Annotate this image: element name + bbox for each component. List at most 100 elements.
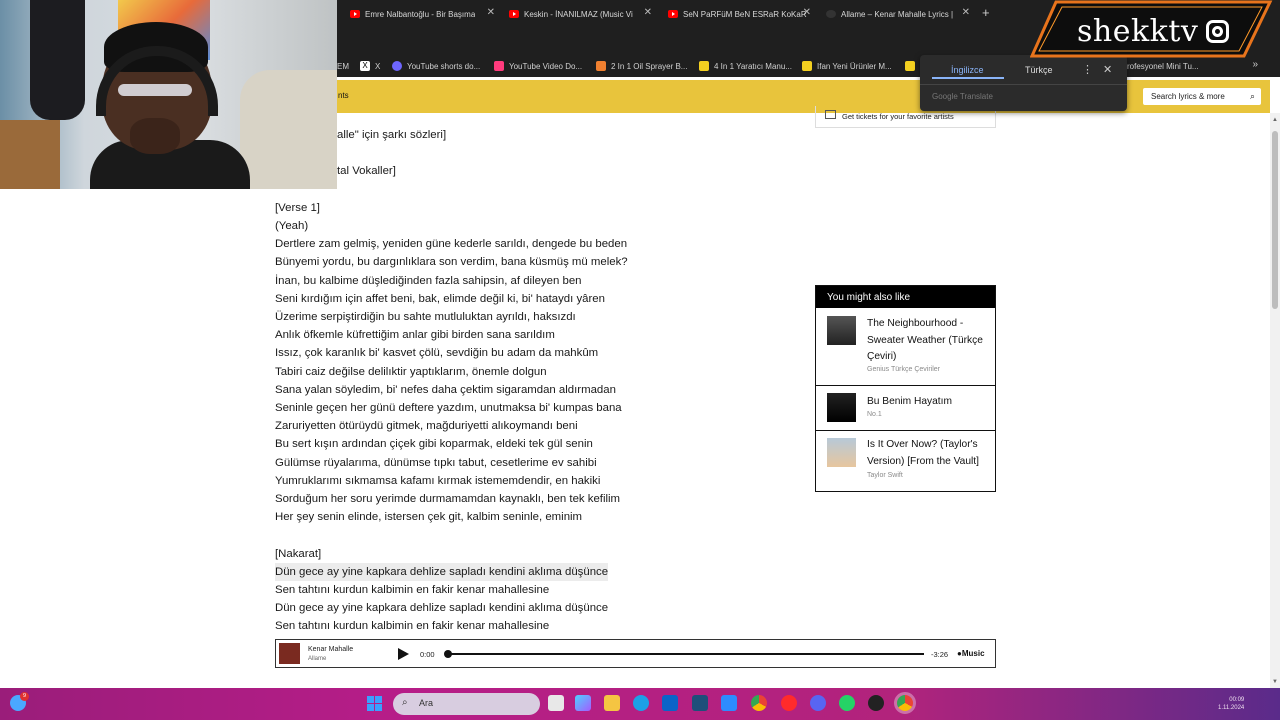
bookmark-favicon-icon bbox=[802, 61, 812, 71]
lyric-line[interactable]: Her şey senin elinde, istersen çek git, … bbox=[275, 508, 775, 526]
bookmark[interactable] bbox=[905, 59, 920, 73]
bookmark-favicon-icon bbox=[905, 61, 915, 71]
bookmark[interactable]: XX bbox=[360, 59, 380, 73]
lyric-line[interactable]: [Nakarat] bbox=[275, 545, 775, 563]
browser-tab[interactable]: SeN PaRFüM BeN ESRaR KoKaR ✕ bbox=[668, 4, 811, 24]
discord-icon[interactable] bbox=[810, 695, 826, 711]
start-button[interactable] bbox=[367, 696, 382, 711]
scrollbar-thumb[interactable] bbox=[1272, 131, 1278, 309]
lyric-line[interactable]: Sen tahtını kurdun kalbimin en fakir ken… bbox=[275, 581, 775, 599]
close-tab-icon[interactable]: ✕ bbox=[644, 7, 652, 18]
lyric-line[interactable]: Sana yalan söyledim, bi' nefes daha çekt… bbox=[275, 381, 775, 399]
youtube-icon bbox=[668, 10, 678, 18]
close-tab-icon[interactable]: ✕ bbox=[803, 7, 811, 18]
source-language-tab[interactable]: İngilizce bbox=[951, 65, 984, 75]
lyric-header: tal Vokaller] bbox=[337, 165, 396, 178]
scroll-up-icon[interactable]: ▲ bbox=[1272, 117, 1278, 123]
webcam-overlay bbox=[0, 0, 337, 189]
album-thumbnail bbox=[827, 316, 856, 345]
apple-music-logo[interactable]: ●Music bbox=[957, 649, 985, 658]
instagram-icon bbox=[1206, 20, 1229, 43]
x-icon: X bbox=[360, 61, 370, 71]
bookmark[interactable]: YouTube shorts do... bbox=[392, 59, 480, 73]
lyric-line[interactable]: Dün gece ay yine kapkara dehlize sapladı… bbox=[275, 599, 775, 617]
lyric-header: alle" için şarkı sözleri] bbox=[337, 129, 447, 141]
lyric-line[interactable]: Üzerime serpiştirdiğin bu sahte mutluluk… bbox=[275, 308, 775, 326]
chrome-active-icon[interactable] bbox=[894, 692, 916, 714]
notification-badge: 9 bbox=[20, 692, 29, 701]
lyric-line[interactable]: Tabiri caiz değilse delilıktir yaptıklar… bbox=[275, 363, 775, 381]
search-icon: ⌕ bbox=[402, 697, 408, 708]
translate-popup: İngilizce Türkçe ⋮ ✕ Google Translate bbox=[920, 55, 1127, 111]
bookmark[interactable]: rofesyonel Mini Tu... bbox=[1127, 59, 1199, 73]
taskbar-search[interactable]: ⌕ Ara bbox=[393, 693, 540, 715]
copilot-icon[interactable] bbox=[575, 695, 591, 711]
browser-tab-active[interactable]: Allame – Kenar Mahalle Lyrics | ✕ bbox=[826, 4, 970, 24]
progress-track[interactable] bbox=[448, 653, 924, 655]
task-view-icon[interactable] bbox=[548, 695, 564, 711]
target-language-tab[interactable]: Türkçe bbox=[1025, 65, 1053, 75]
lyric-line[interactable]: [Verse 1] bbox=[275, 199, 775, 217]
search-input[interactable]: Search lyrics & more ⌕ bbox=[1143, 88, 1261, 105]
page-scrollbar[interactable]: ▲ ▼ bbox=[1270, 113, 1280, 688]
play-icon[interactable] bbox=[398, 648, 409, 660]
bookmarks-overflow-icon[interactable]: » bbox=[1252, 59, 1258, 70]
progress-handle[interactable] bbox=[444, 650, 452, 658]
lyrics-body: alle" için şarkı sözleri] tal Vokaller] … bbox=[275, 126, 775, 636]
browser-tab[interactable]: Keskin - İNANILMAZ (Music Vi ✕ bbox=[509, 4, 652, 24]
album-art bbox=[279, 643, 300, 664]
bookmark-favicon-icon bbox=[596, 61, 606, 71]
snipping-tool-icon[interactable] bbox=[721, 695, 737, 711]
recommendation-item[interactable]: Is It Over Now? (Taylor's Version) [From… bbox=[816, 431, 995, 491]
lyric-line[interactable]: Anlık öfkemle küfrettiğim anlar gibi bir… bbox=[275, 326, 775, 344]
search-icon[interactable]: ⌕ bbox=[1250, 91, 1255, 102]
translate-brand: Google Translate bbox=[932, 92, 993, 101]
edge-icon[interactable] bbox=[633, 695, 649, 711]
browser-tab[interactable]: Emre Nalbantoğlu - Bir Başıma ✕ bbox=[350, 4, 495, 24]
whatsapp-icon[interactable] bbox=[839, 695, 855, 711]
lyric-line[interactable]: Bu sert kışın ardından çiçek gibi koparm… bbox=[275, 435, 775, 453]
bookmark[interactable]: Ifan Yeni Ürünler M... bbox=[802, 59, 892, 73]
lyric-line[interactable]: Sen tahtını kurdun kalbimin en fakir ken… bbox=[275, 617, 775, 635]
bookmark-favicon-icon bbox=[699, 61, 709, 71]
lyric-line[interactable]: (Yeah) bbox=[275, 217, 775, 235]
file-explorer-icon[interactable] bbox=[604, 695, 620, 711]
close-icon[interactable]: ✕ bbox=[1103, 63, 1112, 76]
bookmark[interactable]: YouTube Video Do... bbox=[494, 59, 582, 73]
close-tab-icon[interactable]: ✕ bbox=[962, 7, 970, 18]
close-tab-icon[interactable]: ✕ bbox=[487, 7, 495, 18]
bookmark[interactable]: 4 In 1 Yaratıcı Manu... bbox=[699, 59, 792, 73]
youtube-music-icon[interactable] bbox=[781, 695, 797, 711]
lyric-line[interactable]: Gülümse rüyalarıma, dünümse tıpkı tabut,… bbox=[275, 454, 775, 472]
recommendation-item[interactable]: Bu Benim Hayatım No.1 bbox=[816, 386, 995, 431]
bookmark[interactable]: 2 In 1 Oil Sprayer B... bbox=[596, 59, 687, 73]
recommendation-item[interactable]: The Neighbourhood - Sweater Weather (Tür… bbox=[816, 308, 995, 386]
calculator-icon[interactable] bbox=[692, 695, 708, 711]
lyric-line[interactable]: İnan, bu kalbime düşlediğinden fazla sah… bbox=[275, 272, 775, 290]
streamer-logo: shekktv bbox=[1030, 0, 1275, 60]
album-thumbnail bbox=[827, 438, 856, 467]
lyric-line[interactable]: Seninle geçen her günü deftere yazdım, u… bbox=[275, 399, 775, 417]
scroll-down-icon[interactable]: ▼ bbox=[1272, 679, 1278, 685]
outlook-icon[interactable] bbox=[662, 695, 678, 711]
lyric-line[interactable]: Sorduğum her soru yerimde durmamamdan ka… bbox=[275, 490, 775, 508]
system-clock[interactable]: 00:09 1.11.2024 bbox=[1218, 696, 1244, 712]
album-thumbnail bbox=[827, 393, 856, 422]
chrome-icon[interactable] bbox=[751, 695, 767, 711]
screen: Emre Nalbantoğlu - Bir Başıma ✕ Keskin -… bbox=[0, 0, 1280, 720]
lyric-line[interactable]: Zaruriyetten ötürüydü gitmek, mağduriyet… bbox=[275, 417, 775, 435]
lyric-line[interactable]: Issız, çok karanlık bi' kasvet çölü, sev… bbox=[275, 344, 775, 362]
active-tab-indicator bbox=[932, 77, 1004, 79]
nav-link[interactable]: nts bbox=[338, 91, 349, 100]
obs-icon[interactable] bbox=[868, 695, 884, 711]
bookmark[interactable]: EM bbox=[337, 59, 349, 73]
bookmark-favicon-icon bbox=[494, 61, 504, 71]
more-options-icon[interactable]: ⋮ bbox=[1082, 63, 1093, 76]
new-tab-button[interactable]: + bbox=[982, 5, 990, 20]
panel-heading: You might also like bbox=[816, 286, 995, 308]
lyric-line[interactable]: Seni kırdığım için affet beni, bak, elim… bbox=[275, 290, 775, 308]
lyric-line-highlighted[interactable]: Dün gece ay yine kapkara dehlize sapladı… bbox=[275, 562, 609, 582]
lyric-line[interactable]: Yumruklarımı sıkmamsa kafamı kırmak iste… bbox=[275, 472, 775, 490]
lyric-line[interactable]: Bünyemi yordu, bu dargınlıklara son verd… bbox=[275, 253, 775, 271]
lyric-line[interactable]: Dertlere zam gelmiş, yeniden güne kederl… bbox=[275, 235, 775, 253]
